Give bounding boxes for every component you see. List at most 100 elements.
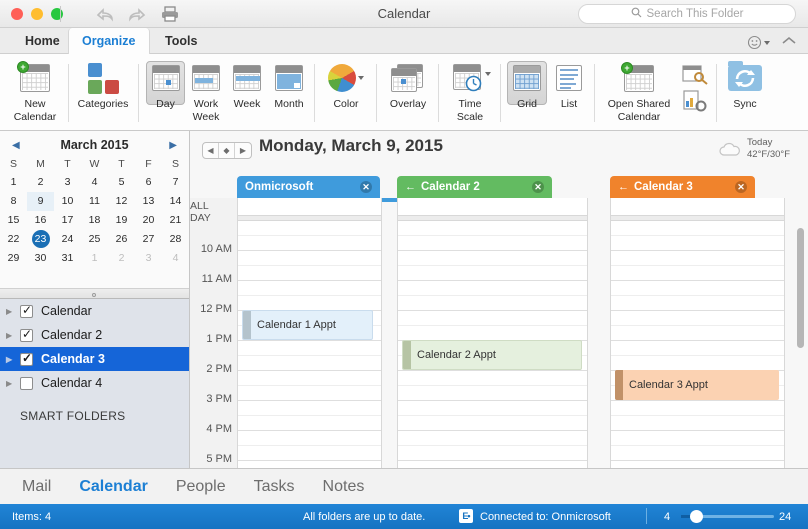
disclosure-triangle-icon[interactable]: ▶ [6, 331, 20, 340]
disclosure-triangle-icon[interactable]: ▶ [6, 379, 20, 388]
calendar-checkbox[interactable] [20, 327, 33, 342]
hour-label: 2 PM [206, 363, 232, 375]
mini-cal-day[interactable]: 3 [54, 173, 81, 192]
vertical-scrollbar[interactable] [797, 228, 804, 348]
appointment-calendar-3[interactable]: Calendar 3 Appt [615, 370, 779, 400]
mini-cal-day[interactable]: 18 [81, 211, 108, 230]
mini-cal-day[interactable]: 12 [108, 192, 135, 211]
mini-cal-day[interactable]: 16 [27, 211, 54, 230]
day-column-calendar-3[interactable]: Calendar 3 Appt [610, 198, 785, 468]
calendar-properties-icon[interactable] [682, 90, 708, 117]
nav-tasks[interactable]: Tasks [254, 478, 295, 496]
day-column-calendar-2[interactable]: Calendar 2 Appt [397, 198, 588, 468]
appointment-calendar-2[interactable]: Calendar 2 Appt [402, 340, 582, 370]
mini-cal-day[interactable]: 22 [0, 230, 27, 249]
chevron-up-icon[interactable] [782, 33, 796, 48]
mini-cal-day[interactable]: 5 [108, 173, 135, 192]
mini-cal-day[interactable]: 26 [108, 230, 135, 249]
calendar-checkbox[interactable] [20, 376, 33, 390]
grid-view-button[interactable]: Grid [507, 58, 547, 111]
calendar-list-item-calendar-4[interactable]: ▶ Calendar 4 [0, 371, 189, 395]
next-day-button[interactable]: ▶ [235, 143, 251, 158]
time-scale-button[interactable]: Time Scale [444, 58, 496, 123]
tab-organize[interactable]: Organize [68, 28, 150, 55]
mini-cal-day-selected[interactable]: 9 [27, 192, 54, 211]
mini-cal-day[interactable]: 4 [81, 173, 108, 192]
search-input[interactable]: Search This Folder [578, 4, 796, 24]
mini-cal-day[interactable]: 1 [0, 173, 27, 192]
mini-cal-day[interactable]: 19 [108, 211, 135, 230]
mini-cal-day[interactable]: 21 [162, 211, 189, 230]
mini-cal-day[interactable]: 20 [135, 211, 162, 230]
color-button[interactable]: Color [320, 58, 372, 111]
splitter-handle [92, 293, 96, 297]
mini-cal-day-other-month[interactable]: 4 [162, 249, 189, 268]
sidebar-splitter[interactable] [0, 288, 189, 299]
all-day-band[interactable] [611, 198, 784, 216]
mini-cal-day-other-month[interactable]: 1 [81, 249, 108, 268]
mini-cal-day[interactable]: 14 [162, 192, 189, 211]
previous-day-button[interactable]: ◀ [203, 143, 219, 158]
mini-cal-day[interactable]: 8 [0, 192, 27, 211]
disclosure-triangle-icon[interactable]: ▶ [6, 307, 20, 316]
nav-mail[interactable]: Mail [22, 478, 51, 496]
calendar-column-tab-onmicrosoft[interactable]: Onmicrosoft ✕ [237, 176, 380, 198]
all-day-band[interactable] [398, 198, 587, 216]
calendar-list-item-calendar-2[interactable]: ▶ Calendar 2 [0, 323, 189, 347]
work-week-button[interactable]: Work Week [186, 58, 226, 123]
mini-cal-day[interactable]: 13 [135, 192, 162, 211]
arrow-left-icon[interactable]: ← [618, 181, 629, 193]
tab-home[interactable]: Home [12, 28, 73, 54]
mini-cal-day[interactable]: 25 [81, 230, 108, 249]
nav-people[interactable]: People [176, 478, 226, 496]
mini-cal-day[interactable]: 17 [54, 211, 81, 230]
calendar-column-tab-calendar-3[interactable]: ← Calendar 3 ✕ [610, 176, 755, 198]
mini-cal-day[interactable]: 29 [0, 249, 27, 268]
categories-button[interactable]: Categories [72, 58, 134, 111]
day-view-button[interactable]: Day [146, 58, 185, 111]
week-view-button[interactable]: Week [227, 58, 267, 111]
calendar-checkbox[interactable] [20, 303, 33, 318]
appointment-calendar-1[interactable]: Calendar 1 Appt [242, 310, 373, 340]
all-day-band[interactable] [238, 198, 381, 216]
overlay-button[interactable]: Overlay [382, 58, 434, 111]
open-shared-calendar-button[interactable]: + Open Shared Calendar [600, 58, 678, 123]
calendar-list-item-calendar[interactable]: ▶ Calendar [0, 299, 189, 323]
nav-notes[interactable]: Notes [323, 478, 365, 496]
mini-cal-day[interactable]: 2 [27, 173, 54, 192]
close-icon[interactable]: ✕ [735, 181, 747, 193]
mini-cal-day-other-month[interactable]: 3 [135, 249, 162, 268]
mini-cal-day[interactable]: 10 [54, 192, 81, 211]
mini-cal-day-today[interactable]: 23 [27, 230, 54, 249]
tab-tools[interactable]: Tools [152, 28, 210, 54]
mini-cal-day[interactable]: 31 [54, 249, 81, 268]
mini-cal-day-other-month[interactable]: 2 [108, 249, 135, 268]
close-icon[interactable]: ✕ [360, 181, 372, 193]
disclosure-triangle-icon[interactable]: ▶ [6, 355, 20, 364]
mini-cal-day[interactable]: 6 [135, 173, 162, 192]
calendar-checkbox[interactable] [20, 351, 33, 366]
calendar-permissions-icon[interactable] [682, 64, 708, 91]
mini-cal-day[interactable]: 15 [0, 211, 27, 230]
smiley-icon[interactable] [747, 34, 770, 50]
mini-cal-day[interactable]: 28 [162, 230, 189, 249]
close-icon[interactable]: ✕ [532, 181, 544, 193]
day-column-onmicrosoft[interactable]: Calendar 1 Appt [237, 198, 382, 468]
list-view-button[interactable]: List [549, 58, 589, 111]
chevron-left-icon[interactable]: ◀ [12, 140, 20, 151]
mini-cal-day[interactable]: 7 [162, 173, 189, 192]
month-view-button[interactable]: Month [268, 58, 310, 111]
mini-cal-day[interactable]: 30 [27, 249, 54, 268]
calendar-column-tab-calendar-2[interactable]: ← Calendar 2 ✕ [397, 176, 552, 198]
nav-calendar[interactable]: Calendar [79, 478, 147, 496]
arrow-left-icon[interactable]: ← [405, 181, 416, 193]
new-calendar-button[interactable]: + New Calendar [4, 58, 66, 123]
chevron-right-icon[interactable]: ▶ [169, 140, 177, 151]
today-button[interactable]: ◆ [219, 143, 235, 158]
zoom-slider-knob[interactable] [690, 510, 703, 523]
mini-cal-day[interactable]: 27 [135, 230, 162, 249]
mini-cal-day[interactable]: 11 [81, 192, 108, 211]
sync-button[interactable]: Sync [722, 58, 768, 111]
mini-cal-day[interactable]: 24 [54, 230, 81, 249]
calendar-list-item-calendar-3[interactable]: ▶ Calendar 3 [0, 347, 189, 371]
